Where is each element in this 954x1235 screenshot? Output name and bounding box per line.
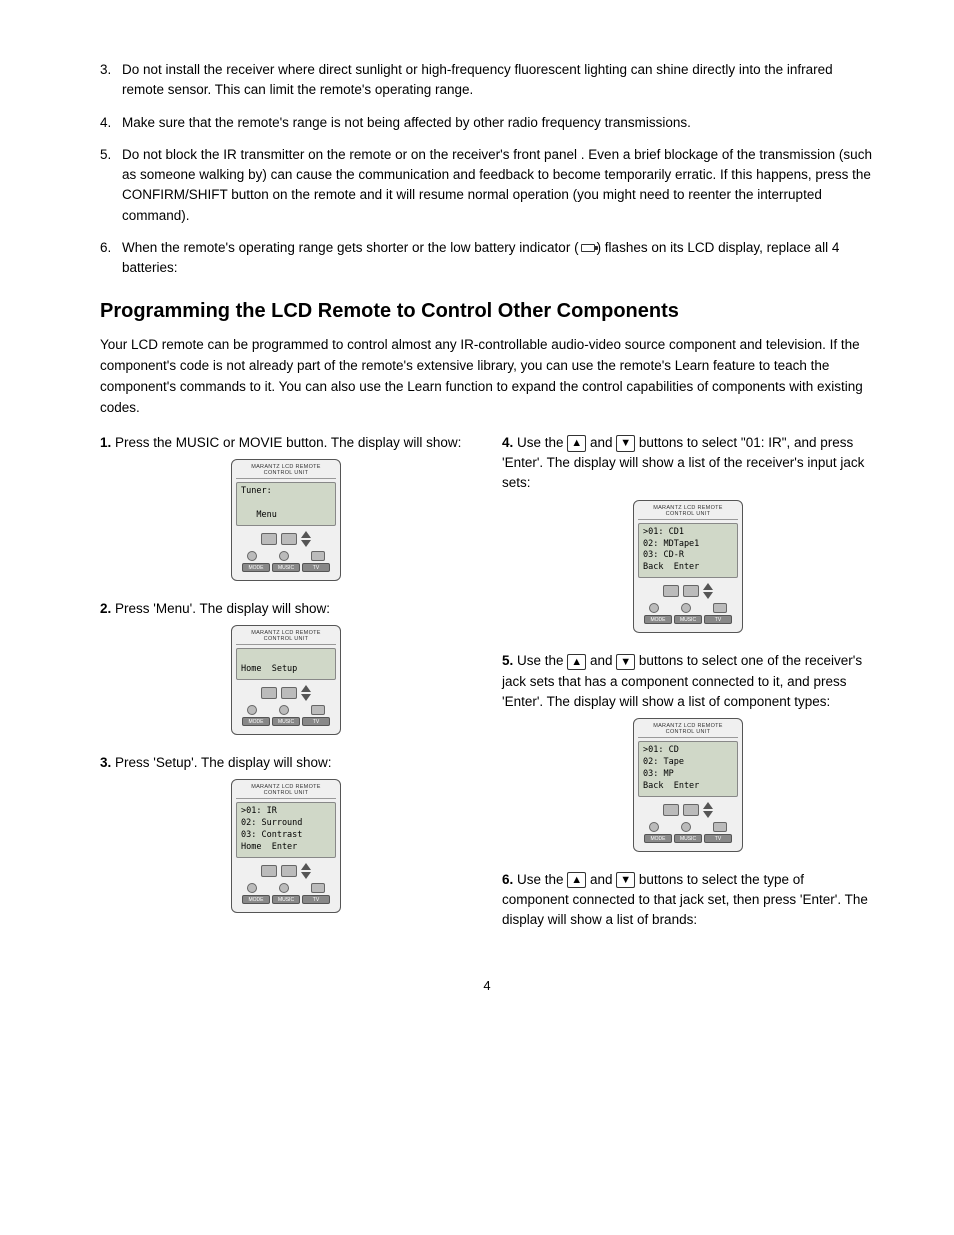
remote-illustration-2: MARANTZ LCD REMOTE CONTROL UNIT Home Set… <box>231 625 341 735</box>
music-btn: MUSIC <box>272 563 300 572</box>
remote-circle-btn <box>279 883 289 893</box>
remote-display-step5: MARANTZ LCD REMOTE CONTROL UNIT >01: CD0… <box>502 718 874 852</box>
step-6: 6. Use the ▲ and ▼ buttons to select the… <box>502 870 874 931</box>
tv-btn: TV <box>704 615 732 624</box>
arrow-up-icon <box>301 863 311 870</box>
remote-circle-btn <box>247 883 257 893</box>
tv-btn: TV <box>302 717 330 726</box>
lcd-display-5: >01: CD02: Tape03: MPBack Enter <box>638 741 738 797</box>
mode-btn: MODE <box>644 615 672 624</box>
remote-circle-btn <box>681 822 691 832</box>
down-arrow-btn-inline: ▼ <box>616 872 635 888</box>
arrow-down-icon <box>301 694 311 701</box>
remote-circle-btn <box>247 705 257 715</box>
bullet-4: 4. Make sure that the remote's range is … <box>100 113 874 133</box>
step-1: 1. Press the MUSIC or MOVIE button. The … <box>100 433 472 581</box>
page-number: 4 <box>100 978 874 993</box>
section-title: Programming the LCD Remote to Control Ot… <box>100 300 874 323</box>
remote-illustration-5: MARANTZ LCD REMOTE CONTROL UNIT >01: CD0… <box>633 718 743 852</box>
up-arrow-btn-inline: ▲ <box>567 435 586 451</box>
music-btn: MUSIC <box>674 834 702 843</box>
remote-circle-btn <box>681 603 691 613</box>
arrow-down-icon <box>703 811 713 818</box>
music-btn: MUSIC <box>272 717 300 726</box>
intro-bullets: 3. Do not install the receiver where dir… <box>100 60 874 278</box>
remote-display-step3: MARANTZ LCD REMOTE CONTROL UNIT >01: IR0… <box>100 779 472 913</box>
remote-circle-btn <box>649 603 659 613</box>
arrow-up-icon <box>703 802 713 809</box>
tv-btn: TV <box>302 895 330 904</box>
arrow-down-icon <box>301 872 311 879</box>
section-intro: Your LCD remote can be programmed to con… <box>100 335 874 419</box>
mode-btn: MODE <box>242 895 270 904</box>
down-arrow-btn-inline: ▼ <box>616 435 635 451</box>
nav-left <box>663 804 679 816</box>
lcd-display-2: Home Setup <box>236 648 336 680</box>
battery-icon <box>581 244 595 252</box>
lcd-display-3: >01: IR02: Surround03: ContrastHome Ente… <box>236 802 336 858</box>
left-column: 1. Press the MUSIC or MOVIE button. The … <box>100 433 472 948</box>
remote-circle-btn <box>279 551 289 561</box>
lcd-display-4: >01: CD102: MDTape103: CD-RBack Enter <box>638 523 738 579</box>
nav-left <box>261 865 277 877</box>
mode-btn: MODE <box>242 563 270 572</box>
up-arrow-btn-inline: ▲ <box>567 872 586 888</box>
arrow-down-icon <box>703 592 713 599</box>
remote-circle-btn <box>279 705 289 715</box>
arrow-up-icon <box>301 531 311 538</box>
nav-left <box>261 533 277 545</box>
step-4: 4. Use the ▲ and ▼ buttons to select "01… <box>502 433 874 633</box>
nav-left <box>663 585 679 597</box>
arrow-up-icon <box>703 583 713 590</box>
remote-illustration-3: MARANTZ LCD REMOTE CONTROL UNIT >01: IR0… <box>231 779 341 913</box>
nav-center <box>281 865 297 877</box>
two-column-layout: 1. Press the MUSIC or MOVIE button. The … <box>100 433 874 948</box>
music-btn: MUSIC <box>674 615 702 624</box>
bullet-3: 3. Do not install the receiver where dir… <box>100 60 874 101</box>
down-arrow-btn-inline: ▼ <box>616 654 635 670</box>
step-5: 5. Use the ▲ and ▼ buttons to select one… <box>502 651 874 851</box>
step-2: 2. Press 'Menu'. The display will show: … <box>100 599 472 735</box>
nav-center <box>683 585 699 597</box>
up-arrow-btn-inline: ▲ <box>567 654 586 670</box>
tv-btn: TV <box>704 834 732 843</box>
lcd-display-1: Tuner: Menu <box>236 482 336 526</box>
remote-display-step2: MARANTZ LCD REMOTE CONTROL UNIT Home Set… <box>100 625 472 735</box>
bullet-5: 5. Do not block the IR transmitter on th… <box>100 145 874 226</box>
remote-circle-btn <box>247 551 257 561</box>
nav-center <box>683 804 699 816</box>
tv-btn: TV <box>302 563 330 572</box>
bullet-6: 6. When the remote's operating range get… <box>100 238 874 279</box>
remote-illustration-4: MARANTZ LCD REMOTE CONTROL UNIT >01: CD1… <box>633 500 743 634</box>
mode-btn: MODE <box>644 834 672 843</box>
nav-center <box>281 533 297 545</box>
remote-display-step1: MARANTZ LCD REMOTE CONTROL UNIT Tuner: M… <box>100 459 472 581</box>
arrow-up-icon <box>301 685 311 692</box>
mode-btn: MODE <box>242 717 270 726</box>
music-btn: MUSIC <box>272 895 300 904</box>
arrow-down-icon <box>301 540 311 547</box>
remote-illustration-1: MARANTZ LCD REMOTE CONTROL UNIT Tuner: M… <box>231 459 341 581</box>
nav-center <box>281 687 297 699</box>
right-column: 4. Use the ▲ and ▼ buttons to select "01… <box>502 433 874 948</box>
remote-display-step4: MARANTZ LCD REMOTE CONTROL UNIT >01: CD1… <box>502 500 874 634</box>
remote-circle-btn <box>649 822 659 832</box>
step-3: 3. Press 'Setup'. The display will show:… <box>100 753 472 913</box>
nav-left <box>261 687 277 699</box>
